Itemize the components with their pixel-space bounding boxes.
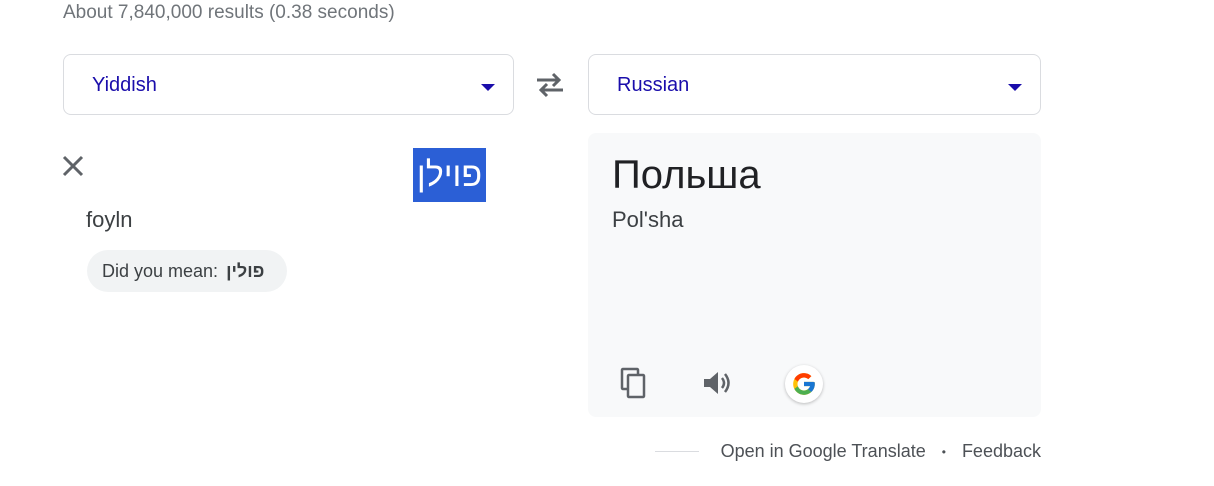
copy-icon (620, 367, 646, 399)
google-search-button[interactable] (785, 365, 823, 403)
swap-icon (537, 72, 563, 98)
clear-source-button[interactable] (58, 151, 88, 181)
translation-panel: Польша Pol'sha (588, 133, 1041, 417)
source-language-select[interactable]: Yiddish (63, 54, 514, 115)
copy-button[interactable] (615, 365, 651, 401)
feedback-link[interactable]: Feedback (962, 441, 1041, 462)
swap-languages-button[interactable] (533, 70, 567, 100)
dropdown-arrow-icon (1008, 84, 1022, 91)
google-icon (793, 373, 815, 395)
translate-footer: Open in Google Translate • Feedback (654, 441, 1041, 462)
target-language-label: Russian (617, 74, 690, 96)
source-text-input[interactable]: פוילן (413, 148, 486, 202)
translation-transliteration: Pol'sha (612, 207, 684, 232)
source-language-label: Yiddish (92, 74, 157, 96)
target-language-select[interactable]: Russian (588, 54, 1041, 115)
speaker-icon (704, 372, 730, 394)
close-icon (62, 155, 84, 177)
did-you-mean-word: פולין (226, 260, 265, 281)
did-you-mean-suggestion[interactable]: Did you mean: פולין (87, 250, 287, 292)
source-transliteration: foyln (86, 207, 133, 232)
listen-button[interactable] (699, 365, 735, 401)
search-result-stats: About 7,840,000 results (0.38 seconds) (63, 2, 395, 23)
open-in-translate-link[interactable]: Open in Google Translate (721, 441, 926, 462)
translation-text: Польша (612, 153, 761, 197)
footer-separator: • (941, 444, 946, 459)
footer-divider (654, 451, 699, 452)
did-you-mean-prefix: Did you mean: (102, 260, 219, 281)
dropdown-arrow-icon (481, 84, 495, 91)
